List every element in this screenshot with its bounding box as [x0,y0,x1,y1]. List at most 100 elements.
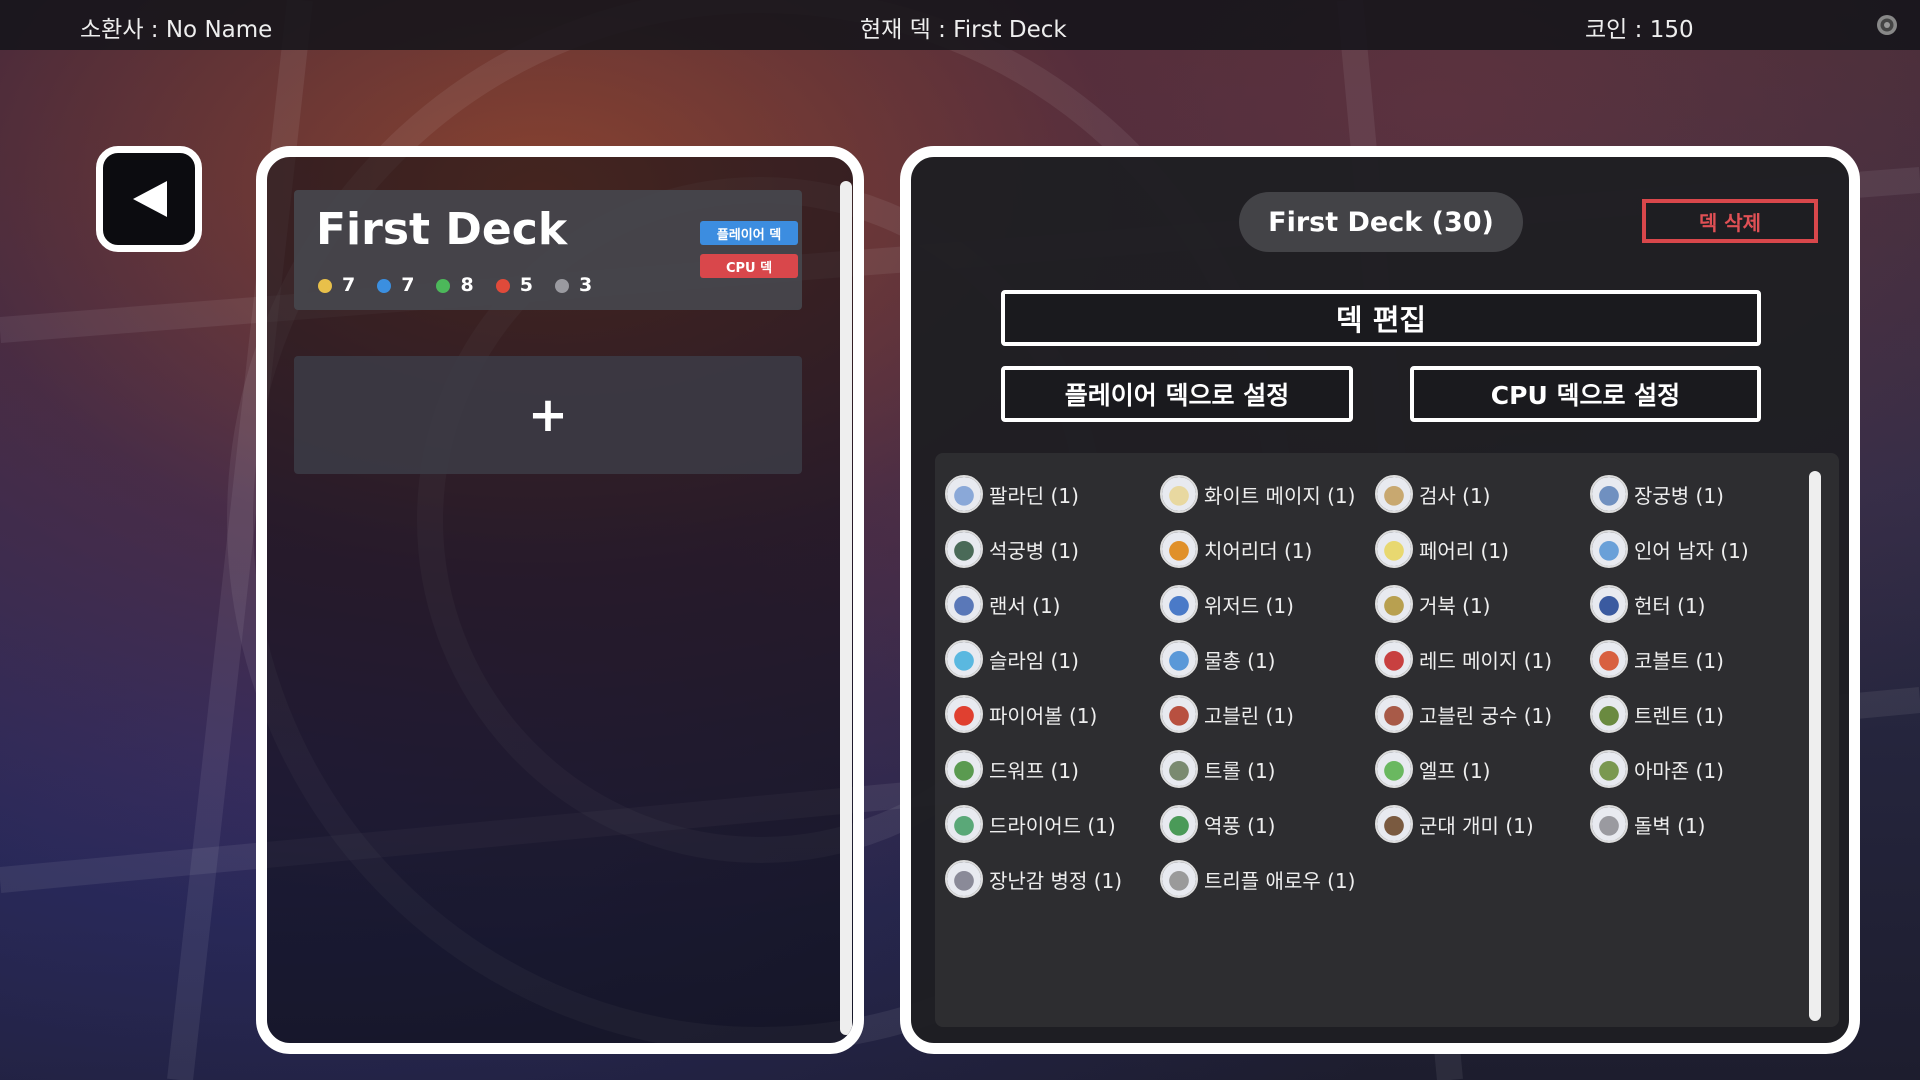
element-count: 3 [553,274,592,296]
card-name: 석궁병 (1) [989,538,1079,563]
card-entry[interactable]: 레드 메이지 (1) [1375,640,1552,678]
card-name: 드워프 (1) [989,758,1079,783]
card-name: 거북 (1) [1419,593,1491,618]
card-portrait-icon [1375,640,1413,678]
card-entry[interactable]: 헌터 (1) [1590,585,1706,623]
element-count-value: 8 [460,274,474,296]
card-entry[interactable]: 거북 (1) [1375,585,1491,623]
card-name: 레드 메이지 (1) [1419,648,1553,673]
card-entry[interactable]: 석궁병 (1) [945,530,1079,568]
card-entry[interactable]: 고블린 (1) [1160,695,1294,733]
fire-icon [495,279,510,293]
card-portrait-icon [1375,805,1413,843]
back-arrow-icon [133,181,167,217]
top-bar: 소환사 : No Name 현재 덱 : First Deck 코인 : 150 [0,0,1920,50]
card-entry[interactable]: 고블린 궁수 (1) [1375,695,1552,733]
card-entry[interactable]: 팔라딘 (1) [945,475,1079,513]
card-entry[interactable]: 드라이어드 (1) [945,805,1116,843]
card-entry[interactable]: 치어리더 (1) [1160,530,1312,568]
card-name: 치어리더 (1) [1204,538,1313,563]
deck-detail-panel: First Deck (30) 덱 삭제 덱 편집 플레이어 덱으로 설정 CP… [900,146,1860,1054]
set-cpu-deck-button[interactable]: CPU 덱으로 설정 [1410,366,1761,422]
card-portrait-icon [945,750,983,788]
card-name: 트롤 (1) [1204,758,1276,783]
card-entry[interactable]: 페어리 (1) [1375,530,1509,568]
card-entry[interactable]: 파이어볼 (1) [945,695,1097,733]
element-count-value: 3 [578,274,593,296]
card-portrait-icon [1590,475,1628,513]
card-list-scrollbar[interactable] [1809,471,1821,1021]
card-entry[interactable]: 물총 (1) [1160,640,1276,678]
nature-icon [436,279,451,293]
card-portrait-icon [1160,695,1198,733]
card-name: 트리플 애로우 (1) [1204,868,1356,893]
card-portrait-icon [1590,695,1628,733]
card-entry[interactable]: 트렌트 (1) [1590,695,1724,733]
card-name: 아마존 (1) [1634,758,1724,783]
deck-list-scrollbar[interactable] [840,181,852,1035]
card-portrait-icon [1160,750,1198,788]
card-portrait-icon [1160,530,1198,568]
card-entry[interactable]: 랜서 (1) [945,585,1061,623]
card-name: 위저드 (1) [1204,593,1294,618]
card-name: 코볼트 (1) [1634,648,1724,673]
card-name: 돌벽 (1) [1634,813,1706,838]
delete-deck-button[interactable]: 덱 삭제 [1642,199,1818,243]
card-portrait-icon [1160,805,1198,843]
card-entry[interactable]: 군대 개미 (1) [1375,805,1534,843]
card-entry[interactable]: 코볼트 (1) [1590,640,1724,678]
cpu-deck-badge: CPU 덱 [700,254,798,278]
element-count: 7 [316,274,355,296]
edit-deck-button[interactable]: 덱 편집 [1001,290,1761,346]
card-name: 고블린 궁수 (1) [1419,703,1553,728]
card-entry[interactable]: 화이트 메이지 (1) [1160,475,1355,513]
gear-icon[interactable] [1874,12,1900,38]
card-name: 슬라임 (1) [989,648,1079,673]
card-name: 물총 (1) [1204,648,1276,673]
element-count-value: 5 [519,274,533,296]
deck-list-item[interactable]: First Deck 플레이어 덱 CPU 덱 7 7 8 5 3 [294,190,802,310]
back-button[interactable] [96,146,202,252]
light-icon [318,279,332,293]
card-entry[interactable]: 돌벽 (1) [1590,805,1706,843]
element-count: 8 [434,274,474,296]
card-portrait-icon [945,860,983,898]
card-entry[interactable]: 드워프 (1) [945,750,1079,788]
card-entry[interactable]: 아마존 (1) [1590,750,1724,788]
card-portrait-icon [945,640,983,678]
card-entry[interactable]: 트리플 애로우 (1) [1160,860,1355,898]
card-entry[interactable]: 엘프 (1) [1375,750,1491,788]
card-name: 드라이어드 (1) [989,813,1116,838]
water-icon [377,279,392,293]
card-entry[interactable]: 장궁병 (1) [1590,475,1724,513]
card-portrait-icon [1590,640,1628,678]
add-deck-button[interactable]: + [294,356,802,474]
deck-name: First Deck [316,204,568,255]
player-deck-badge: 플레이어 덱 [700,221,798,245]
element-counts: 7 7 8 5 3 [316,274,592,296]
card-name: 검사 (1) [1419,483,1491,508]
current-deck-label: 현재 덱 : First Deck [860,17,1067,43]
card-name: 장난감 병정 (1) [989,868,1123,893]
card-portrait-icon [945,475,983,513]
card-portrait-icon [945,805,983,843]
element-count: 7 [375,274,414,296]
card-entry[interactable]: 인어 남자 (1) [1590,530,1749,568]
coin-count: 코인 : 150 [1585,17,1694,43]
card-entry[interactable]: 트롤 (1) [1160,750,1276,788]
card-name: 엘프 (1) [1419,758,1491,783]
card-entry[interactable]: 슬라임 (1) [945,640,1079,678]
card-entry[interactable]: 장난감 병정 (1) [945,860,1122,898]
card-portrait-icon [1375,530,1413,568]
card-name: 페어리 (1) [1419,538,1509,563]
element-count-value: 7 [342,274,356,296]
card-portrait-icon [1375,750,1413,788]
card-portrait-icon [1160,860,1198,898]
card-entry[interactable]: 검사 (1) [1375,475,1491,513]
card-entry[interactable]: 역풍 (1) [1160,805,1276,843]
deck-title: First Deck (30) [1239,192,1523,252]
set-player-deck-button[interactable]: 플레이어 덱으로 설정 [1001,366,1353,422]
deck-list-panel: First Deck 플레이어 덱 CPU 덱 7 7 8 5 3 + [256,146,864,1054]
card-portrait-icon [1590,805,1628,843]
card-entry[interactable]: 위저드 (1) [1160,585,1294,623]
